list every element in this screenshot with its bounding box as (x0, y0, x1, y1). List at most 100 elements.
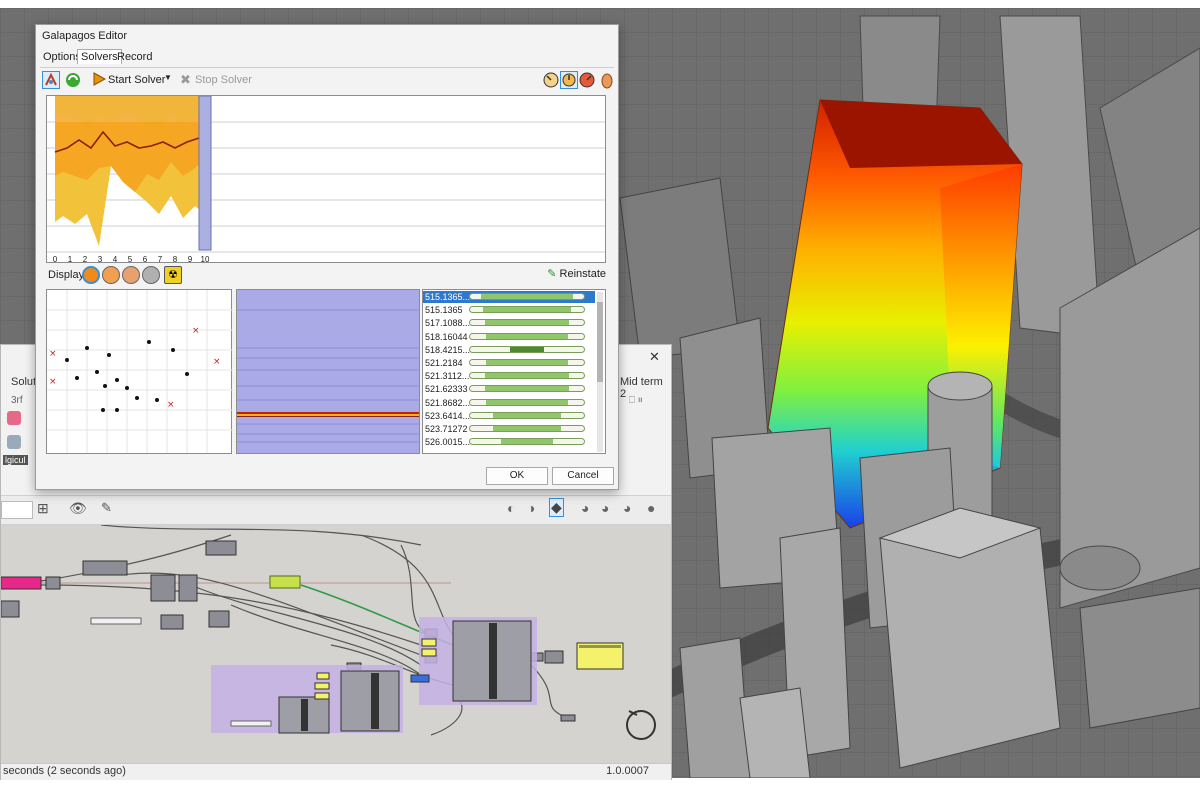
fit-view-icon[interactable]: ⊞ (37, 500, 49, 517)
fitness-bar (469, 332, 585, 340)
fitness-bar (469, 438, 585, 446)
node-graph (1, 525, 656, 740)
fitness-bar (469, 398, 585, 406)
row-label: 3rf (11, 395, 23, 406)
x-tick-label: 2 (82, 255, 88, 264)
dropdown-field[interactable] (1, 501, 33, 519)
ok-button[interactable]: OK (486, 467, 548, 485)
solver-toolbar: Start Solver ▼ ✖ Stop Solver (40, 67, 614, 94)
x-tick-label: 3 (97, 255, 103, 264)
scrollbar-thumb[interactable] (597, 302, 603, 382)
gauge-icon-2[interactable] (560, 71, 578, 89)
egg-icon[interactable] (600, 71, 618, 89)
list-scrollbar[interactable] (597, 292, 603, 452)
svg-text:×: × (192, 326, 200, 336)
reinstate-button[interactable]: ✎ Reinstate (547, 267, 606, 280)
preview-mode-icon[interactable]: ◐ (507, 500, 515, 516)
x-tick-label: 7 (157, 255, 163, 264)
window-controls-icon[interactable]: ⎕ ⏸ (629, 395, 643, 406)
fitness-select-icon[interactable] (42, 71, 60, 89)
solution-row[interactable]: 523.71272 (423, 423, 595, 435)
solution-row[interactable]: 521.3112... (423, 370, 595, 382)
start-solver-button[interactable]: Start Solver (108, 74, 165, 86)
solution-list[interactable]: 515.1365... 515.1365 517.1088... 518.16044 5… (422, 289, 606, 454)
solution-value: 526.0015... (425, 437, 471, 448)
display-mode-3-button[interactable] (122, 266, 140, 284)
tab-document-name[interactable]: Mid term 2 (620, 376, 671, 400)
cancel-button[interactable]: Cancel (552, 467, 614, 485)
status-text: seconds (2 seconds ago) (3, 765, 126, 777)
display-mode-icon-4[interactable]: ● (647, 500, 655, 516)
fitness-bar-fill (484, 386, 570, 392)
component-icon-2[interactable] (7, 435, 21, 449)
tab-record[interactable]: Record (114, 50, 155, 64)
x-tick-label: 5 (127, 255, 133, 264)
genome-scatter-panel[interactable]: × × × × × (46, 289, 243, 454)
preview-shaded-icon[interactable]: ◆ (549, 498, 564, 517)
x-tick-label: 0 (52, 255, 58, 264)
solution-row[interactable]: 521.62333 (423, 383, 595, 395)
fitness-graph (46, 95, 606, 263)
fitness-bar (469, 411, 585, 419)
x-tick-label: 8 (172, 255, 178, 264)
solution-row[interactable]: 518.4215... (423, 344, 595, 356)
fitness-bar (469, 293, 585, 300)
wrench-icon: ✎ (547, 268, 557, 280)
fitness-bar-fill (492, 426, 562, 431)
stop-solver-button[interactable]: Stop Solver (195, 74, 252, 86)
x-tick-label: 4 (112, 255, 118, 264)
gauge-icon-3[interactable] (578, 71, 596, 89)
close-icon[interactable]: ✕ (649, 349, 660, 365)
solution-row[interactable]: 515.1365... (423, 291, 595, 303)
solution-value: 521.2184 (425, 358, 463, 368)
svg-text:×: × (49, 349, 57, 359)
fitness-bar-fill (509, 346, 545, 352)
genome-bars-panel[interactable] (236, 289, 420, 454)
solution-row[interactable]: 515.1365 (423, 304, 595, 316)
component-label: lgicul (3, 455, 28, 465)
component-icon[interactable] (7, 411, 21, 425)
fitness-bar (469, 372, 585, 380)
solution-row[interactable]: 521.8682... (423, 397, 595, 409)
grasshopper-canvas[interactable] (1, 525, 671, 765)
fitness-bar-fill (485, 333, 569, 339)
eye-icon[interactable]: 👁 (69, 500, 87, 517)
solution-value: 521.8682... (425, 397, 471, 408)
solution-row[interactable]: 523.6414... (423, 410, 595, 422)
display-row: Display ☢ ✎ Reinstate (46, 265, 606, 285)
display-mode-icon[interactable]: ◕ (581, 500, 589, 516)
play-icon[interactable] (92, 71, 107, 89)
preview-wire-icon[interactable]: ◑ (527, 500, 535, 516)
fitness-bar-fill (485, 399, 569, 405)
display-mode-icon-2[interactable]: ◕ (601, 500, 609, 516)
fitness-bar (469, 319, 585, 327)
gauge-icon-1[interactable] (542, 71, 560, 89)
solution-value: 523.71272 (425, 424, 468, 434)
fitness-bar (469, 425, 585, 432)
solution-value: 523.6414... (425, 410, 471, 421)
dialog-title: Galapagos Editor (42, 30, 127, 42)
genome-bars (237, 290, 419, 453)
recycle-icon[interactable] (64, 71, 82, 89)
fitness-plot (47, 96, 605, 253)
status-bar: seconds (2 seconds ago) 1.0.0007 (1, 763, 671, 780)
chevron-down-icon[interactable]: ▼ (164, 73, 172, 82)
solution-row[interactable]: 518.16044 (423, 331, 595, 343)
radiation-icon[interactable]: ☢ (164, 266, 182, 284)
x-tick-label: 1 (67, 255, 73, 264)
brush-icon[interactable]: ✎ (101, 500, 112, 516)
solution-row[interactable]: 526.0015... (423, 436, 595, 448)
solution-row[interactable]: 521.2184 (423, 357, 595, 369)
canvas-toolbar: ⊞ 👁 ✎ ◐ ◑ ◆ ◕ ◕ ◕ ● (1, 495, 671, 525)
display-mode-2-button[interactable] (102, 266, 120, 284)
x-tick-label: 9 (187, 255, 193, 264)
x-tick-label: 10 (200, 255, 210, 264)
fitness-bar (469, 385, 585, 393)
solution-row[interactable]: 517.1088... (423, 317, 595, 329)
svg-text:×: × (167, 400, 175, 410)
display-mode-1-button[interactable] (82, 266, 100, 284)
solution-value: 521.3112... (425, 371, 470, 382)
galapagos-editor-dialog: Galapagos Editor Options Solvers Record … (35, 24, 619, 490)
display-mode-4-button[interactable] (142, 266, 160, 284)
display-mode-icon-3[interactable]: ◕ (623, 500, 631, 516)
